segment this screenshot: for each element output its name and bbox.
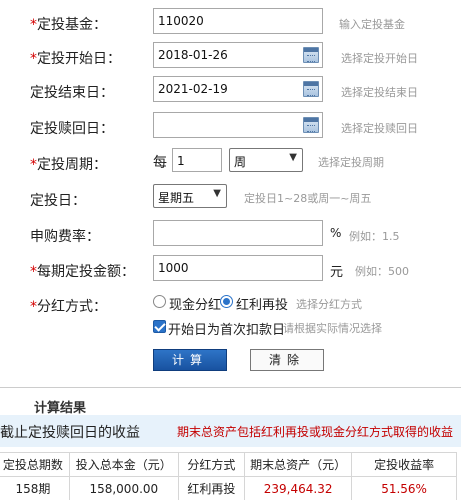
fee-row: 申购费率： % 例如：1.5: [0, 220, 461, 250]
radio-cash-icon[interactable]: [153, 295, 166, 308]
day-row: 定投日： 星期五 ▼ 定投日1~28或周一~周五: [0, 184, 461, 214]
start-date-value: 2018-01-26: [158, 48, 228, 62]
day-select[interactable]: 星期五 ▼: [153, 184, 227, 208]
calendar-icon[interactable]: [303, 81, 319, 97]
table-header: 定投总期数: [0, 452, 70, 477]
fee-label: 申购费率：: [30, 229, 100, 245]
first-day-hint: 请根据实际情况选择: [283, 322, 382, 335]
end-date-label: 定投结束日：: [30, 85, 114, 101]
table-header: 定投收益率: [351, 452, 457, 477]
banner-left-text: 截止定投赎回日的收益: [0, 425, 140, 441]
day-label: 定投日：: [30, 193, 86, 209]
end-date-value: 2021-02-19: [158, 82, 228, 96]
redeem-date-input[interactable]: [153, 112, 323, 138]
day-hint: 定投日1~28或周一~周五: [244, 192, 372, 205]
chevron-down-icon: ▼: [213, 188, 221, 199]
checkbox-icon[interactable]: [153, 320, 166, 333]
table-cell: 158期: [0, 476, 70, 500]
banner-right-text: 期末总资产包括红利再投或现金分红方式取得的收益: [176, 425, 453, 439]
period-unit-value: 周: [234, 155, 247, 169]
period-hint: 选择定投周期: [318, 156, 384, 169]
fund-hint: 输入定投基金: [339, 18, 405, 31]
start-date-row: *定投开始日： 2018-01-26 选择定投开始日: [0, 42, 461, 72]
chevron-down-icon: ▼: [289, 152, 297, 163]
table-header-row: 定投总期数 投入总本金（元） 分红方式 期末总资产（元） 定投收益率: [0, 452, 457, 477]
fee-hint: 例如：1.5: [349, 230, 400, 243]
table-row: 158期 158,000.00 红利再投 239,464.32 51.56%: [0, 476, 457, 500]
fund-input[interactable]: 110020: [153, 8, 323, 34]
table-cell: 51.56%: [351, 476, 457, 500]
dividend-hint: 选择分红方式: [296, 298, 362, 311]
divider: [0, 387, 461, 388]
table-cell: 239,464.32: [244, 476, 353, 500]
table-header: 期末总资产（元）: [244, 452, 353, 477]
day-value: 星期五: [158, 191, 195, 205]
end-date-input[interactable]: 2021-02-19: [153, 76, 323, 102]
first-day-row: 开始日为首次扣款日 请根据实际情况选择: [0, 317, 461, 347]
results-table: 定投总期数 投入总本金（元） 分红方式 期末总资产（元） 定投收益率 158期 …: [0, 452, 457, 500]
dividend-cash-label[interactable]: 现金分红: [169, 294, 221, 313]
results-banner: 截止定投赎回日的收益 期末总资产包括红利再投或现金分红方式取得的收益: [0, 415, 461, 447]
redeem-date-hint: 选择定投赎回日: [341, 122, 418, 135]
fund-row: *定投基金： 110020 输入定投基金: [0, 8, 461, 38]
amount-label: *每期定投金额：: [30, 264, 135, 280]
period-unit-select[interactable]: 周 ▼: [229, 148, 303, 172]
fee-input[interactable]: [153, 220, 323, 246]
radio-reinvest-icon[interactable]: [220, 295, 233, 308]
dividend-label: *分红方式：: [30, 299, 107, 315]
calculate-button[interactable]: 计算: [153, 349, 227, 371]
amount-unit: 元: [330, 265, 344, 280]
dividend-row: *分红方式： 现金分红 红利再投 选择分红方式: [0, 290, 461, 320]
period-prefix: 每: [153, 155, 167, 171]
clear-button[interactable]: 清除: [250, 349, 324, 371]
fee-unit: %: [330, 226, 342, 240]
fund-label: *定投基金：: [30, 17, 107, 33]
dividend-reinvest-label[interactable]: 红利再投: [236, 294, 288, 313]
table-cell: 158,000.00: [68, 476, 179, 500]
start-date-label: *定投开始日：: [30, 51, 121, 67]
end-date-row: 定投结束日： 2021-02-19 选择定投结束日: [0, 76, 461, 106]
period-row: *定投周期： 每 1 周 ▼ 选择定投周期: [0, 148, 461, 178]
amount-hint: 例如：500: [355, 265, 409, 278]
period-label: *定投周期：: [30, 157, 107, 173]
end-date-hint: 选择定投结束日: [341, 86, 418, 99]
amount-row: *每期定投金额： 1000 元 例如：500: [0, 255, 461, 285]
calendar-icon[interactable]: [303, 47, 319, 63]
period-input[interactable]: 1: [172, 148, 222, 172]
table-header: 分红方式: [177, 452, 246, 477]
redeem-date-label: 定投赎回日：: [30, 121, 114, 137]
results-title: 计算结果: [34, 401, 87, 416]
start-date-input[interactable]: 2018-01-26: [153, 42, 323, 68]
start-date-hint: 选择定投开始日: [341, 52, 418, 65]
redeem-date-row: 定投赎回日： 选择定投赎回日: [0, 112, 461, 142]
amount-input[interactable]: 1000: [153, 255, 323, 281]
table-cell: 红利再投: [177, 476, 246, 500]
first-day-label[interactable]: 开始日为首次扣款日: [168, 319, 285, 338]
table-header: 投入总本金（元）: [68, 452, 179, 477]
calendar-icon[interactable]: [303, 117, 319, 133]
